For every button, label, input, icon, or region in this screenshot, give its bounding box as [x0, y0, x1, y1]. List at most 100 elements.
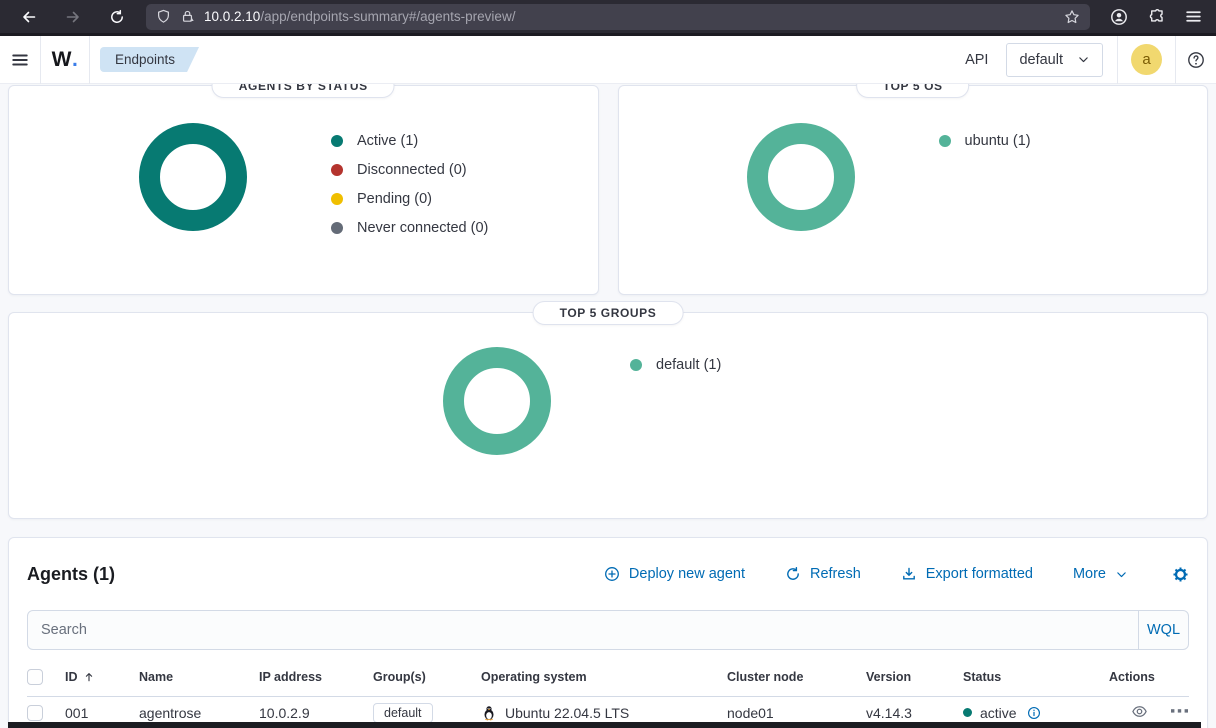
search-bar: WQL: [27, 610, 1189, 650]
column-status[interactable]: Status: [955, 658, 1101, 697]
status-label: active: [980, 704, 1017, 721]
panel-title: TOP 5 GROUPS: [532, 301, 684, 325]
legend-item[interactable]: Pending (0): [331, 184, 488, 213]
user-avatar[interactable]: a: [1131, 44, 1162, 75]
bottom-dark-strip: [8, 722, 1201, 728]
column-name[interactable]: Name: [131, 658, 251, 697]
column-os[interactable]: Operating system: [473, 658, 719, 697]
header-divider: [89, 35, 90, 84]
download-icon: [902, 567, 915, 580]
panel-top5-os: TOP 5 OS ubuntu (1): [617, 84, 1208, 295]
legend-label: Never connected (0): [357, 219, 489, 236]
deploy-new-agent-button[interactable]: Deploy new agent: [604, 566, 745, 582]
legend-item[interactable]: Active (1): [331, 126, 488, 155]
top5-os-legend: ubuntu (1): [938, 126, 1031, 155]
reload-button[interactable]: [102, 4, 132, 30]
legend-dot: [938, 134, 951, 147]
forward-button[interactable]: [58, 4, 88, 30]
nav-menu-button[interactable]: [0, 36, 40, 84]
bookmark-star-icon[interactable]: [1064, 9, 1080, 25]
hamburger-icon: [12, 54, 28, 65]
account-icon[interactable]: [1110, 8, 1128, 26]
search-input[interactable]: [28, 611, 1138, 649]
url-host: 10.0.2.10: [204, 9, 261, 24]
legend-dot: [331, 221, 343, 234]
top5-os-donut[interactable]: [746, 123, 855, 231]
export-formatted-button[interactable]: Export formatted: [901, 566, 1033, 582]
api-label: API: [965, 51, 989, 68]
row-checkbox[interactable]: [27, 704, 43, 721]
legend-dot: [331, 134, 343, 147]
tracking-shield-icon[interactable]: [156, 9, 171, 24]
column-groups[interactable]: Group(s): [365, 658, 473, 697]
panel-title: AGENTS BY STATUS: [211, 84, 395, 98]
more-actions-icon[interactable]: [1170, 706, 1189, 716]
url-bar[interactable]: 10.0.2.10/app/endpoints-summary#/agents-…: [146, 3, 1090, 30]
export-label: Export formatted: [925, 566, 1033, 582]
gear-icon: [1173, 566, 1188, 582]
legend-item[interactable]: Disconnected (0): [331, 155, 488, 184]
menu-icon[interactable]: [1185, 8, 1202, 25]
main-content: AGENTS BY STATUS Active (1) Disconnected…: [0, 84, 1216, 728]
column-id-label: ID: [65, 669, 78, 684]
cell-os: Ubuntu 22.04.5 LTS: [505, 704, 630, 721]
help-icon: [1188, 51, 1204, 68]
legend-label: Disconnected (0): [357, 161, 467, 178]
table-header-row: ID Name IP address Group(s) Operating sy…: [27, 658, 1189, 697]
app-header: W. Endpoints API default a: [0, 35, 1216, 84]
panel-agents-by-status: AGENTS BY STATUS Active (1) Disconnected…: [8, 84, 599, 295]
agents-title: Agents (1): [27, 563, 116, 584]
plus-circle-icon: [604, 567, 619, 581]
legend-item[interactable]: ubuntu (1): [938, 126, 1031, 155]
extensions-icon[interactable]: [1148, 8, 1165, 25]
lock-warning-icon[interactable]: [180, 9, 195, 24]
status-badge: active: [963, 705, 1101, 721]
logo-dot: .: [71, 47, 79, 71]
url-path: /app/endpoints-summary#/agents-preview/: [260, 9, 516, 24]
column-cluster-node[interactable]: Cluster node: [719, 658, 858, 697]
column-ip[interactable]: IP address: [251, 658, 365, 697]
linux-penguin-icon: [484, 706, 494, 721]
breadcrumb-endpoints[interactable]: Endpoints: [100, 47, 199, 72]
wazuh-logo[interactable]: W.: [41, 36, 89, 84]
chevron-down-icon: [1117, 571, 1126, 577]
agents-status-legend: Active (1) Disconnected (0) Pending (0) …: [331, 126, 488, 242]
deploy-label: Deploy new agent: [628, 566, 745, 582]
url-text: 10.0.2.10/app/endpoints-summary#/agents-…: [204, 9, 1056, 24]
legend-label: default (1): [656, 356, 722, 373]
group-chip[interactable]: default: [373, 702, 433, 723]
top5-groups-legend: default (1): [630, 350, 721, 379]
legend-item[interactable]: default (1): [630, 350, 721, 379]
legend-item[interactable]: Never connected (0): [331, 213, 488, 242]
logo-w: W: [51, 47, 72, 71]
wql-button[interactable]: WQL: [1138, 611, 1188, 649]
refresh-button[interactable]: Refresh: [785, 566, 861, 582]
chevron-down-icon: [1079, 57, 1088, 63]
top5-groups-donut[interactable]: [443, 347, 551, 455]
view-agent-eye-icon[interactable]: [1131, 703, 1148, 720]
column-version[interactable]: Version: [858, 658, 955, 697]
legend-dot: [331, 163, 343, 176]
column-id[interactable]: ID: [57, 658, 131, 697]
table-settings-button[interactable]: [1172, 566, 1189, 583]
legend-dot: [331, 192, 343, 205]
legend-dot: [630, 358, 642, 371]
header-divider: [1117, 35, 1118, 84]
api-selector[interactable]: default: [1006, 42, 1103, 77]
agents-table: ID Name IP address Group(s) Operating sy…: [27, 658, 1189, 728]
more-label: More: [1072, 566, 1106, 582]
panel-top5-groups: TOP 5 GROUPS default (1): [8, 301, 1208, 519]
refresh-label: Refresh: [809, 566, 861, 582]
browser-toolbar: 10.0.2.10/app/endpoints-summary#/agents-…: [0, 0, 1216, 33]
back-button[interactable]: [14, 4, 44, 30]
api-selector-value: default: [1019, 51, 1063, 68]
more-button[interactable]: More: [1073, 566, 1128, 582]
panel-agents: Agents (1) Deploy new agent Refresh Expo…: [8, 537, 1208, 728]
status-info-icon[interactable]: [1027, 706, 1041, 720]
select-all-checkbox[interactable]: [27, 668, 43, 685]
refresh-icon: [787, 567, 799, 580]
help-button[interactable]: [1176, 36, 1216, 84]
forward-arrow-icon: [66, 11, 79, 22]
agents-status-donut[interactable]: [139, 123, 247, 231]
legend-label: Pending (0): [357, 190, 432, 207]
